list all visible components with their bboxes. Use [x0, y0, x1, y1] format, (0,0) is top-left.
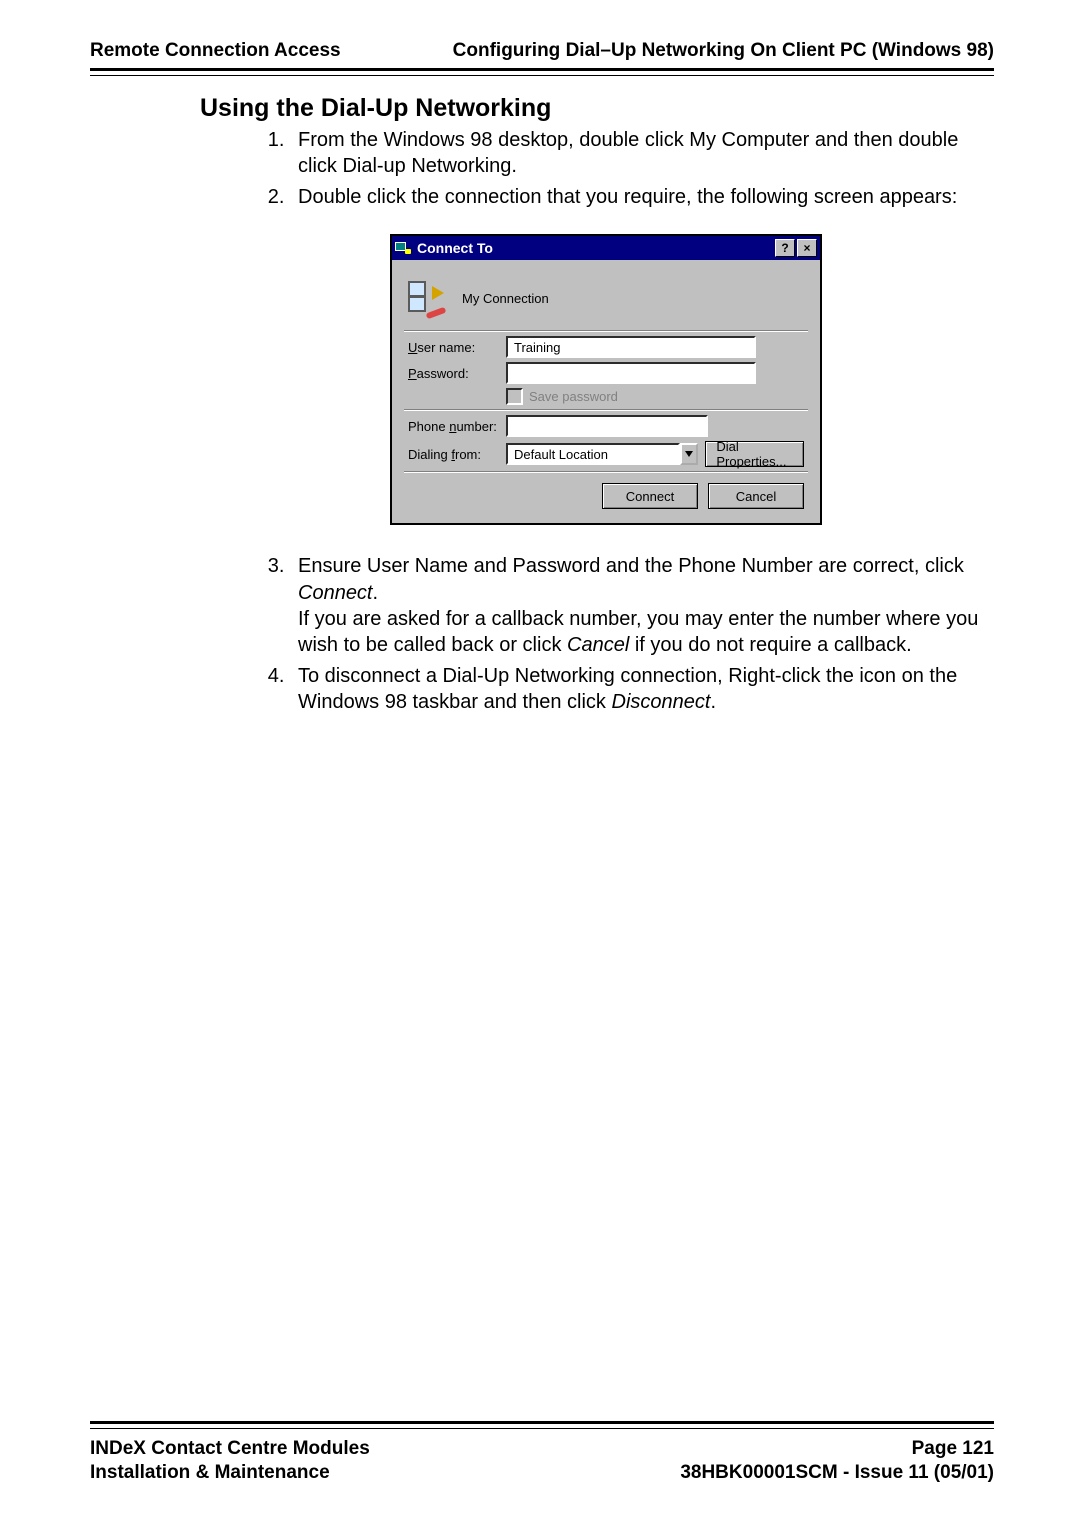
password-input[interactable] [506, 362, 756, 384]
chevron-down-icon[interactable] [680, 443, 698, 465]
page-number: Page 121 [680, 1437, 994, 1462]
connection-name: My Connection [462, 291, 549, 306]
step-4: To disconnect a Dial-Up Networking conne… [290, 663, 994, 716]
close-icon: × [803, 241, 810, 255]
username-label: User name: [408, 340, 506, 355]
step-2: Double click the connection that you req… [290, 184, 994, 210]
connect-button[interactable]: Connect [602, 483, 698, 509]
footer-product: INDeX Contact Centre Modules [90, 1437, 370, 1462]
close-button[interactable]: × [797, 239, 817, 257]
dial-properties-button[interactable]: Dial Properties... [705, 441, 804, 467]
connection-icon [408, 280, 444, 316]
page-footer: INDeX Contact Centre Modules Installatio… [90, 1421, 994, 1486]
step-list: From the Windows 98 desktop, double clic… [290, 127, 994, 210]
dialog-title: Connect To [417, 240, 493, 256]
doc-id: 38HBK00001SCM - Issue 11 (05/01) [680, 1461, 994, 1486]
help-icon: ? [781, 241, 788, 255]
dialup-icon [395, 240, 411, 256]
dialing-from-label: Dialing from: [408, 447, 506, 462]
save-password-label: Save password [529, 389, 618, 404]
header-right: Configuring Dial–Up Networking On Client… [453, 40, 994, 62]
step-2-text: Double click the connection that you req… [298, 186, 957, 208]
dialog-titlebar[interactable]: Connect To ? × [392, 236, 820, 260]
username-input[interactable]: Training [506, 336, 756, 358]
running-header: Remote Connection Access Configuring Dia… [90, 40, 994, 62]
dialog-figure: Connect To ? × My Connection User name: … [390, 234, 994, 525]
section-title: Using the Dial-Up Networking [200, 94, 994, 123]
footer-rule [90, 1421, 994, 1429]
step-3: Ensure User Name and Password and the Ph… [290, 553, 994, 659]
step-1-text: From the Windows 98 desktop, double clic… [298, 129, 958, 177]
cancel-button[interactable]: Cancel [708, 483, 804, 509]
connect-to-dialog: Connect To ? × My Connection User name: … [390, 234, 822, 525]
header-left: Remote Connection Access [90, 40, 341, 62]
phone-label: Phone number: [408, 419, 506, 434]
step-list-cont: Ensure User Name and Password and the Ph… [290, 553, 994, 715]
step-1: From the Windows 98 desktop, double clic… [290, 127, 994, 180]
location-combobox[interactable]: Default Location [506, 443, 698, 465]
location-value: Default Location [506, 443, 680, 465]
header-rule [90, 68, 994, 76]
save-password-checkbox[interactable] [506, 388, 523, 405]
footer-doc-title: Installation & Maintenance [90, 1461, 370, 1486]
password-label: Password: [408, 366, 506, 381]
phone-input[interactable] [506, 415, 708, 437]
help-button[interactable]: ? [775, 239, 795, 257]
